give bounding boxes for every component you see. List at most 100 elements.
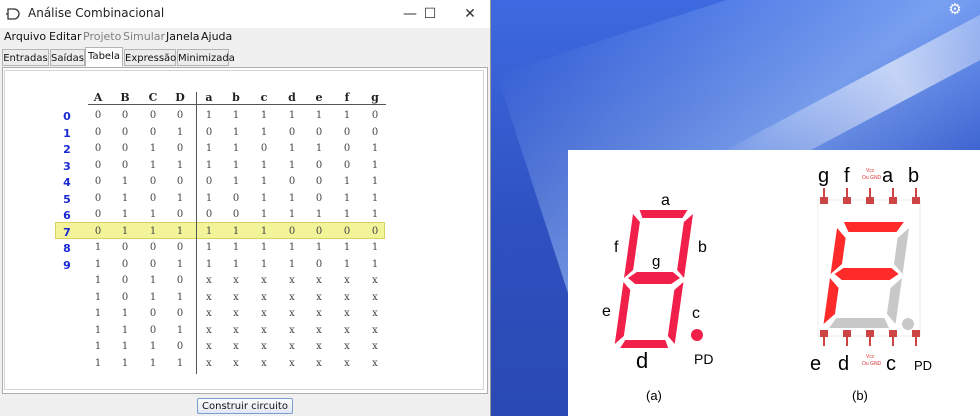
output-cell[interactable]: 1 xyxy=(257,176,271,187)
output-cell[interactable]: x xyxy=(285,341,299,352)
tab-tabela[interactable]: Tabela xyxy=(85,47,123,67)
output-cell[interactable]: x xyxy=(368,341,382,352)
gear-icon[interactable]: ⚙ xyxy=(946,0,964,18)
output-cell[interactable]: x xyxy=(368,308,382,319)
output-cell[interactable]: x xyxy=(368,275,382,286)
output-cell[interactable]: 1 xyxy=(229,176,243,187)
output-cell[interactable]: x xyxy=(285,275,299,286)
output-cell[interactable]: 0 xyxy=(340,226,354,237)
output-cell[interactable]: x xyxy=(257,325,271,336)
output-cell[interactable]: 0 xyxy=(229,209,243,220)
output-cell[interactable]: 0 xyxy=(257,143,271,154)
output-cell[interactable]: 0 xyxy=(340,160,354,171)
output-cell[interactable]: 1 xyxy=(257,127,271,138)
output-cell[interactable]: 0 xyxy=(312,193,326,204)
output-cell[interactable]: 0 xyxy=(312,226,326,237)
output-cell[interactable]: 1 xyxy=(285,259,299,270)
output-cell[interactable]: x xyxy=(312,358,326,369)
output-cell[interactable]: 1 xyxy=(285,209,299,220)
output-cell[interactable]: 1 xyxy=(340,176,354,187)
tab-minimizada[interactable]: Minimizada xyxy=(177,49,235,66)
output-cell[interactable]: x xyxy=(368,292,382,303)
output-cell[interactable]: 1 xyxy=(340,242,354,253)
output-cell[interactable]: x xyxy=(202,358,216,369)
output-cell[interactable]: 1 xyxy=(257,242,271,253)
output-cell[interactable]: x xyxy=(257,358,271,369)
output-cell[interactable]: x xyxy=(285,292,299,303)
output-cell[interactable]: x xyxy=(257,292,271,303)
output-cell[interactable]: 1 xyxy=(229,160,243,171)
menu-arquivo[interactable]: Arquivo xyxy=(4,30,46,43)
output-cell[interactable]: x xyxy=(257,341,271,352)
output-cell[interactable]: x xyxy=(229,358,243,369)
output-cell[interactable]: 0 xyxy=(285,226,299,237)
output-cell[interactable]: 1 xyxy=(202,226,216,237)
menu-janela[interactable]: Janela xyxy=(166,30,200,43)
output-cell[interactable]: x xyxy=(285,358,299,369)
output-cell[interactable]: 1 xyxy=(229,110,243,121)
close-button[interactable]: ✕ xyxy=(450,2,490,26)
output-cell[interactable]: 1 xyxy=(285,143,299,154)
output-cell[interactable]: x xyxy=(229,325,243,336)
output-cell[interactable]: 1 xyxy=(312,242,326,253)
output-cell[interactable]: x xyxy=(202,308,216,319)
output-cell[interactable]: 1 xyxy=(257,160,271,171)
output-cell[interactable]: 1 xyxy=(368,176,382,187)
tab-saidas[interactable]: Saídas xyxy=(50,49,85,66)
output-cell[interactable]: 1 xyxy=(229,127,243,138)
output-cell[interactable]: 1 xyxy=(229,226,243,237)
output-cell[interactable]: x xyxy=(257,275,271,286)
output-cell[interactable]: x xyxy=(368,358,382,369)
output-cell[interactable]: 1 xyxy=(368,259,382,270)
output-cell[interactable]: x xyxy=(340,341,354,352)
output-cell[interactable]: x xyxy=(312,275,326,286)
output-cell[interactable]: 0 xyxy=(202,209,216,220)
output-cell[interactable]: 1 xyxy=(202,193,216,204)
output-cell[interactable]: 1 xyxy=(202,242,216,253)
tab-entradas[interactable]: Entradas xyxy=(2,49,49,66)
output-cell[interactable]: 0 xyxy=(340,143,354,154)
output-cell[interactable]: 1 xyxy=(340,193,354,204)
output-cell[interactable]: 0 xyxy=(368,226,382,237)
output-cell[interactable]: 1 xyxy=(312,110,326,121)
output-cell[interactable]: x xyxy=(229,275,243,286)
output-cell[interactable]: 0 xyxy=(368,127,382,138)
output-cell[interactable]: 0 xyxy=(202,127,216,138)
output-cell[interactable]: x xyxy=(368,325,382,336)
output-cell[interactable]: 1 xyxy=(340,259,354,270)
output-cell[interactable]: x xyxy=(285,325,299,336)
output-cell[interactable]: 1 xyxy=(229,259,243,270)
tab-expressao[interactable]: Expressão xyxy=(124,49,176,66)
output-cell[interactable]: 1 xyxy=(257,110,271,121)
menu-simular[interactable]: Simular xyxy=(123,30,165,43)
output-cell[interactable]: 1 xyxy=(229,143,243,154)
output-cell[interactable]: x xyxy=(202,292,216,303)
output-cell[interactable]: 1 xyxy=(202,110,216,121)
output-cell[interactable]: 1 xyxy=(368,242,382,253)
output-cell[interactable]: 1 xyxy=(202,259,216,270)
output-cell[interactable]: 1 xyxy=(202,160,216,171)
output-cell[interactable]: 1 xyxy=(312,209,326,220)
output-cell[interactable]: 1 xyxy=(340,209,354,220)
output-cell[interactable]: x xyxy=(340,358,354,369)
title-bar[interactable]: Análise Combinacional — ☐ ✕ xyxy=(0,0,490,28)
output-cell[interactable]: 1 xyxy=(257,259,271,270)
output-cell[interactable]: 1 xyxy=(257,193,271,204)
output-cell[interactable]: 1 xyxy=(368,193,382,204)
output-cell[interactable]: 1 xyxy=(202,143,216,154)
output-cell[interactable]: 0 xyxy=(285,127,299,138)
output-cell[interactable]: 1 xyxy=(368,160,382,171)
output-cell[interactable]: x xyxy=(229,341,243,352)
output-cell[interactable]: x xyxy=(312,325,326,336)
output-cell[interactable]: x xyxy=(229,308,243,319)
output-cell[interactable]: 0 xyxy=(312,160,326,171)
output-cell[interactable]: x xyxy=(312,341,326,352)
output-cell[interactable]: x xyxy=(340,292,354,303)
output-cell[interactable]: 1 xyxy=(285,193,299,204)
menu-projeto[interactable]: Projeto xyxy=(83,30,121,43)
output-cell[interactable]: x xyxy=(229,292,243,303)
output-cell[interactable]: x xyxy=(340,308,354,319)
output-cell[interactable]: x xyxy=(312,308,326,319)
output-cell[interactable]: x xyxy=(312,292,326,303)
output-cell[interactable]: x xyxy=(202,325,216,336)
